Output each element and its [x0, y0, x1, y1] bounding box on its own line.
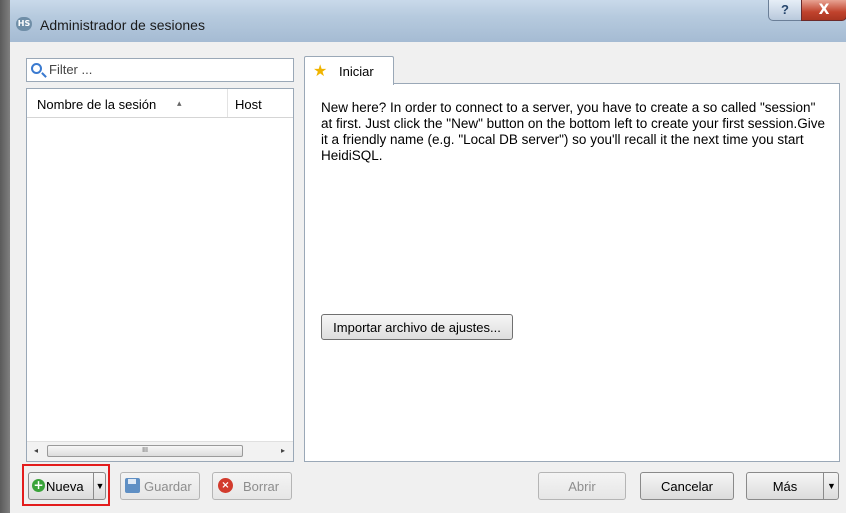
filter-input[interactable] [49, 61, 287, 77]
column-header-host[interactable]: Host [235, 97, 262, 112]
title-bar[interactable]: HS Administrador de sesiones ? X [10, 0, 846, 42]
delete-icon: × [218, 478, 233, 493]
sort-ascending-icon: ▴ [177, 98, 182, 108]
cancel-button-label: Cancelar [660, 479, 714, 494]
close-button[interactable]: X [801, 0, 846, 21]
new-dropdown-arrow-icon[interactable]: ▼ [93, 473, 106, 499]
open-button-label: Abrir [568, 479, 596, 494]
scroll-left-arrow-icon[interactable]: ◂ [30, 445, 42, 457]
delete-button-label: Borrar [243, 479, 280, 494]
star-icon: ★ [313, 61, 328, 80]
plus-icon: + [32, 478, 45, 492]
column-header-session-name[interactable]: Nombre de la sesión ▴ [27, 89, 228, 117]
open-button[interactable]: Abrir [538, 472, 626, 500]
session-list[interactable]: Nombre de la sesión ▴ Host ◂ III ▸ [26, 88, 294, 462]
search-icon [31, 63, 42, 74]
tab-iniciar[interactable]: ★ Iniciar [304, 56, 394, 85]
new-session-button[interactable]: + Nueva ▼ [28, 472, 106, 500]
more-dropdown-arrow-icon[interactable]: ▼ [823, 473, 839, 499]
horizontal-scrollbar[interactable]: ◂ III ▸ [27, 441, 293, 461]
start-tab-panel: New here? In order to connect to a serve… [304, 83, 840, 462]
new-button-label: Nueva [46, 479, 84, 494]
session-manager-window: HS Administrador de sesiones ? X Nombre … [10, 0, 846, 513]
import-settings-button[interactable]: Importar archivo de ajustes... [321, 314, 513, 340]
scroll-right-arrow-icon[interactable]: ▸ [277, 445, 289, 457]
filter-box [26, 58, 294, 82]
more-button[interactable]: Más ▼ [746, 472, 839, 500]
cancel-button[interactable]: Cancelar [640, 472, 734, 500]
save-button-label: Guardar [144, 479, 192, 494]
help-button[interactable]: ? [768, 0, 802, 21]
heidisql-app-icon: HS [16, 17, 32, 31]
column-label-session-name: Nombre de la sesión [37, 97, 157, 112]
scroll-thumb[interactable]: III [47, 445, 243, 457]
floppy-disk-icon [125, 478, 140, 493]
tab-label: Iniciar [339, 64, 374, 79]
window-title: Administrador de sesiones [40, 17, 205, 33]
save-button[interactable]: Guardar [120, 472, 200, 500]
welcome-message: New here? In order to connect to a serve… [321, 100, 826, 163]
more-button-label: Más [772, 479, 798, 494]
delete-button[interactable]: × Borrar [212, 472, 292, 500]
background-edge [0, 0, 10, 513]
list-header: Nombre de la sesión ▴ Host [27, 89, 293, 118]
